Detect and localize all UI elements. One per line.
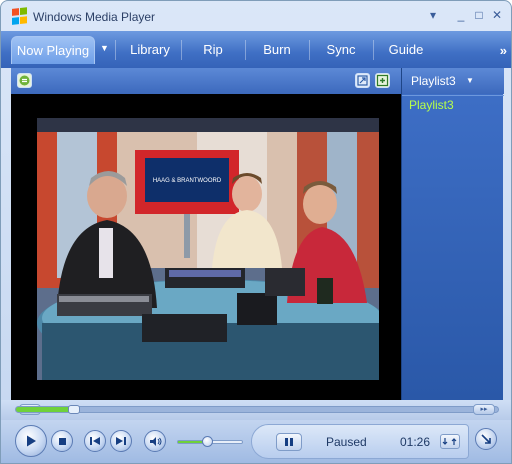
fullscreen-icon[interactable] <box>375 73 390 88</box>
pause-button[interactable] <box>276 433 302 451</box>
previous-button[interactable] <box>84 430 106 452</box>
playlist-selector[interactable]: Playlist3 ▼ <box>402 68 504 94</box>
seek-bar-area: ◂◂ ▸▸ <box>1 400 511 420</box>
video-frame-image: HAAG & BRANTWOORD <box>37 118 379 380</box>
status-panel: Paused 01:26 <box>251 424 469 459</box>
window-title: Windows Media Player <box>33 10 156 24</box>
tab-divider <box>373 40 374 60</box>
title-bar: Windows Media Player ▾ _ □ ✕ <box>1 1 511 31</box>
seek-progress-fill <box>16 407 74 412</box>
volume-slider[interactable] <box>177 436 243 447</box>
seek-slider[interactable] <box>15 405 499 414</box>
pause-icon <box>285 438 293 446</box>
playlist-item[interactable]: Playlist3 <box>409 98 454 112</box>
video-display[interactable]: HAAG & BRANTWOORD <box>11 94 401 400</box>
windows-logo-icon <box>12 7 28 25</box>
next-button[interactable] <box>110 430 132 452</box>
chevron-down-icon[interactable]: ▼ <box>100 43 109 53</box>
close-button[interactable]: ✕ <box>489 7 505 23</box>
volume-thumb[interactable] <box>202 436 213 447</box>
playlist-divider <box>402 95 504 96</box>
elapsed-time: 01:26 <box>400 435 431 449</box>
play-icon <box>27 435 36 447</box>
tab-sync[interactable]: Sync <box>315 36 367 64</box>
playback-status: Paused <box>326 435 367 449</box>
seek-forward-button[interactable]: ▸▸ <box>473 404 495 415</box>
tab-divider <box>245 40 246 60</box>
now-playing-options-icon[interactable] <box>17 73 32 88</box>
tab-divider <box>309 40 310 60</box>
tab-guide[interactable]: Guide <box>379 36 433 64</box>
menu-dropdown-button[interactable]: ▾ <box>425 7 441 23</box>
mute-button[interactable] <box>144 430 166 452</box>
stop-button[interactable] <box>51 430 73 452</box>
previous-icon <box>90 437 100 445</box>
playlist-selector-label[interactable]: Playlist3 <box>411 74 456 88</box>
now-playing-toolbar <box>11 68 401 94</box>
tab-divider <box>115 40 116 60</box>
more-tabs-icon[interactable]: » <box>500 43 507 58</box>
play-button[interactable] <box>15 425 47 457</box>
feature-taskbar: Now Playing ▼ Library Rip Burn Sync Guid… <box>1 31 511 68</box>
tab-burn[interactable]: Burn <box>251 36 303 64</box>
media-player-window: Windows Media Player ▾ _ □ ✕ Now Playing… <box>0 0 512 464</box>
time-toggle-icon[interactable] <box>440 434 460 449</box>
enhancements-icon[interactable] <box>355 73 370 88</box>
minimize-button[interactable]: _ <box>453 7 469 23</box>
next-icon <box>116 437 126 445</box>
playlist-pane: Playlist3 ▼ Playlist3 <box>401 68 504 400</box>
chevron-down-icon[interactable]: ▼ <box>466 76 474 85</box>
tab-divider <box>181 40 182 60</box>
switch-to-skin-button[interactable] <box>475 428 497 450</box>
screen-logo-text: HAAG & BRANTWOORD <box>153 178 222 184</box>
tab-rip[interactable]: Rip <box>187 36 239 64</box>
tab-now-playing[interactable]: Now Playing <box>11 36 95 64</box>
tab-library[interactable]: Library <box>121 36 179 64</box>
stop-icon <box>58 437 66 445</box>
skin-mode-icon <box>481 434 491 444</box>
maximize-button[interactable]: □ <box>471 7 487 23</box>
playback-controls: Paused 01:26 <box>1 420 511 463</box>
seek-thumb[interactable] <box>68 405 80 414</box>
mute-icon <box>149 436 161 446</box>
